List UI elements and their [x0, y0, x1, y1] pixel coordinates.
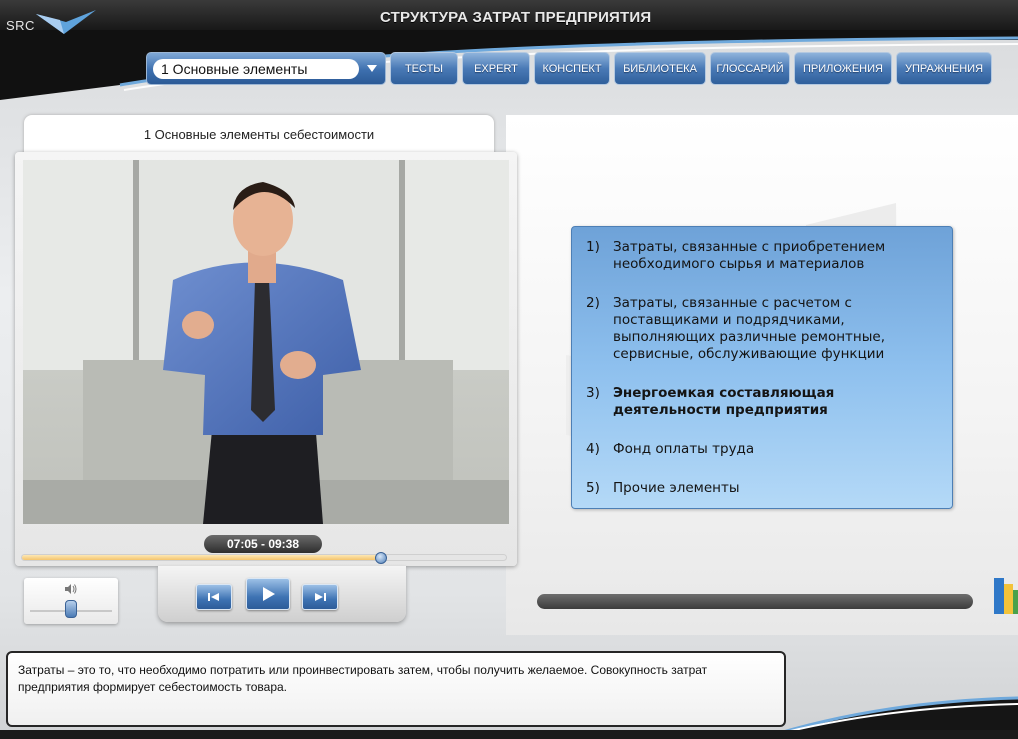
- description-box: Затраты – это то, что необходимо потрати…: [6, 651, 786, 727]
- volume-slider-handle[interactable]: [65, 600, 77, 618]
- play-button[interactable]: [246, 578, 290, 610]
- cost-elements-list: 1) Затраты, связанные с приобретением не…: [586, 239, 942, 497]
- next-button[interactable]: [302, 584, 338, 610]
- time-readout: 07:05 - 09:38: [204, 535, 322, 553]
- video-title-tab: 1 Основные элементы себестоимости: [24, 115, 494, 157]
- nav-library-button[interactable]: БИБЛИОТЕКА: [614, 52, 706, 85]
- nav-notes-button[interactable]: КОНСПЕКТ: [534, 52, 610, 85]
- skip-forward-icon: [315, 593, 326, 601]
- list-item-text: Затраты, связанные с приобретением необх…: [613, 239, 886, 272]
- src-logo: SRC: [6, 8, 106, 42]
- list-item: 1) Затраты, связанные с приобретением не…: [586, 239, 886, 272]
- list-item: 4) Фонд оплаты труда: [586, 441, 755, 457]
- nav-glossary-button[interactable]: ГЛОССАРИЙ: [710, 52, 790, 85]
- logo-text: SRC: [6, 18, 35, 33]
- app-window: SRC СТРУКТУРА ЗАТРАТ ПРЕДПРИЯТИЯ 1 Основ…: [0, 0, 1018, 739]
- nav-exercises-button[interactable]: УПРАЖНЕНИЯ: [896, 52, 992, 85]
- list-item-text: Затраты, связанные с расчетом с поставщи…: [613, 295, 885, 362]
- list-item-active: 3) Энергоемкая составляющая деятельности…: [586, 385, 835, 418]
- nav-expert-button[interactable]: EXPERT: [462, 52, 530, 85]
- chapter-select-value: 1 Основные элементы: [153, 59, 359, 79]
- description-text: Затраты – это то, что необходимо потрати…: [18, 663, 708, 694]
- chevron-down-icon: [367, 65, 377, 72]
- list-item-text: Прочие элементы: [613, 480, 740, 496]
- books-icon[interactable]: [990, 574, 1018, 618]
- app-title: СТРУКТУРА ЗАТРАТ ПРЕДПРИЯТИЯ: [380, 9, 652, 26]
- main-nav: 1 Основные элементы ТЕСТЫ EXPERT КОНСПЕК…: [146, 52, 992, 86]
- nav-appendix-button[interactable]: ПРИЛОЖЕНИЯ: [794, 52, 892, 85]
- volume-control: [24, 578, 118, 624]
- cost-elements-card: 1) Затраты, связанные с приобретением не…: [571, 226, 953, 509]
- list-item: 5) Прочие элементы: [586, 480, 740, 496]
- list-item-text: Энергоемкая составляющая деятельности пр…: [613, 385, 835, 418]
- play-icon: [263, 587, 275, 601]
- logo-check-icon: [36, 10, 96, 34]
- transport-controls: [158, 566, 406, 622]
- list-item-text: Фонд оплаты труда: [613, 441, 755, 457]
- video-title: 1 Основные элементы себестоимости: [143, 127, 375, 142]
- nav-tests-button[interactable]: ТЕСТЫ: [390, 52, 458, 85]
- speaker-icon: [65, 584, 77, 594]
- horizontal-scrollbar[interactable]: [537, 594, 973, 609]
- list-item: 2) Затраты, связанные с расчетом с поста…: [586, 295, 885, 362]
- skip-back-icon: [208, 593, 219, 601]
- video-player[interactable]: [23, 160, 509, 524]
- previous-button[interactable]: [196, 584, 232, 610]
- chapter-select[interactable]: 1 Основные элементы: [146, 52, 386, 85]
- video-progress-bar[interactable]: [21, 552, 507, 564]
- video-progress-fill: [22, 555, 382, 560]
- lecturer-video-frame: [23, 160, 509, 524]
